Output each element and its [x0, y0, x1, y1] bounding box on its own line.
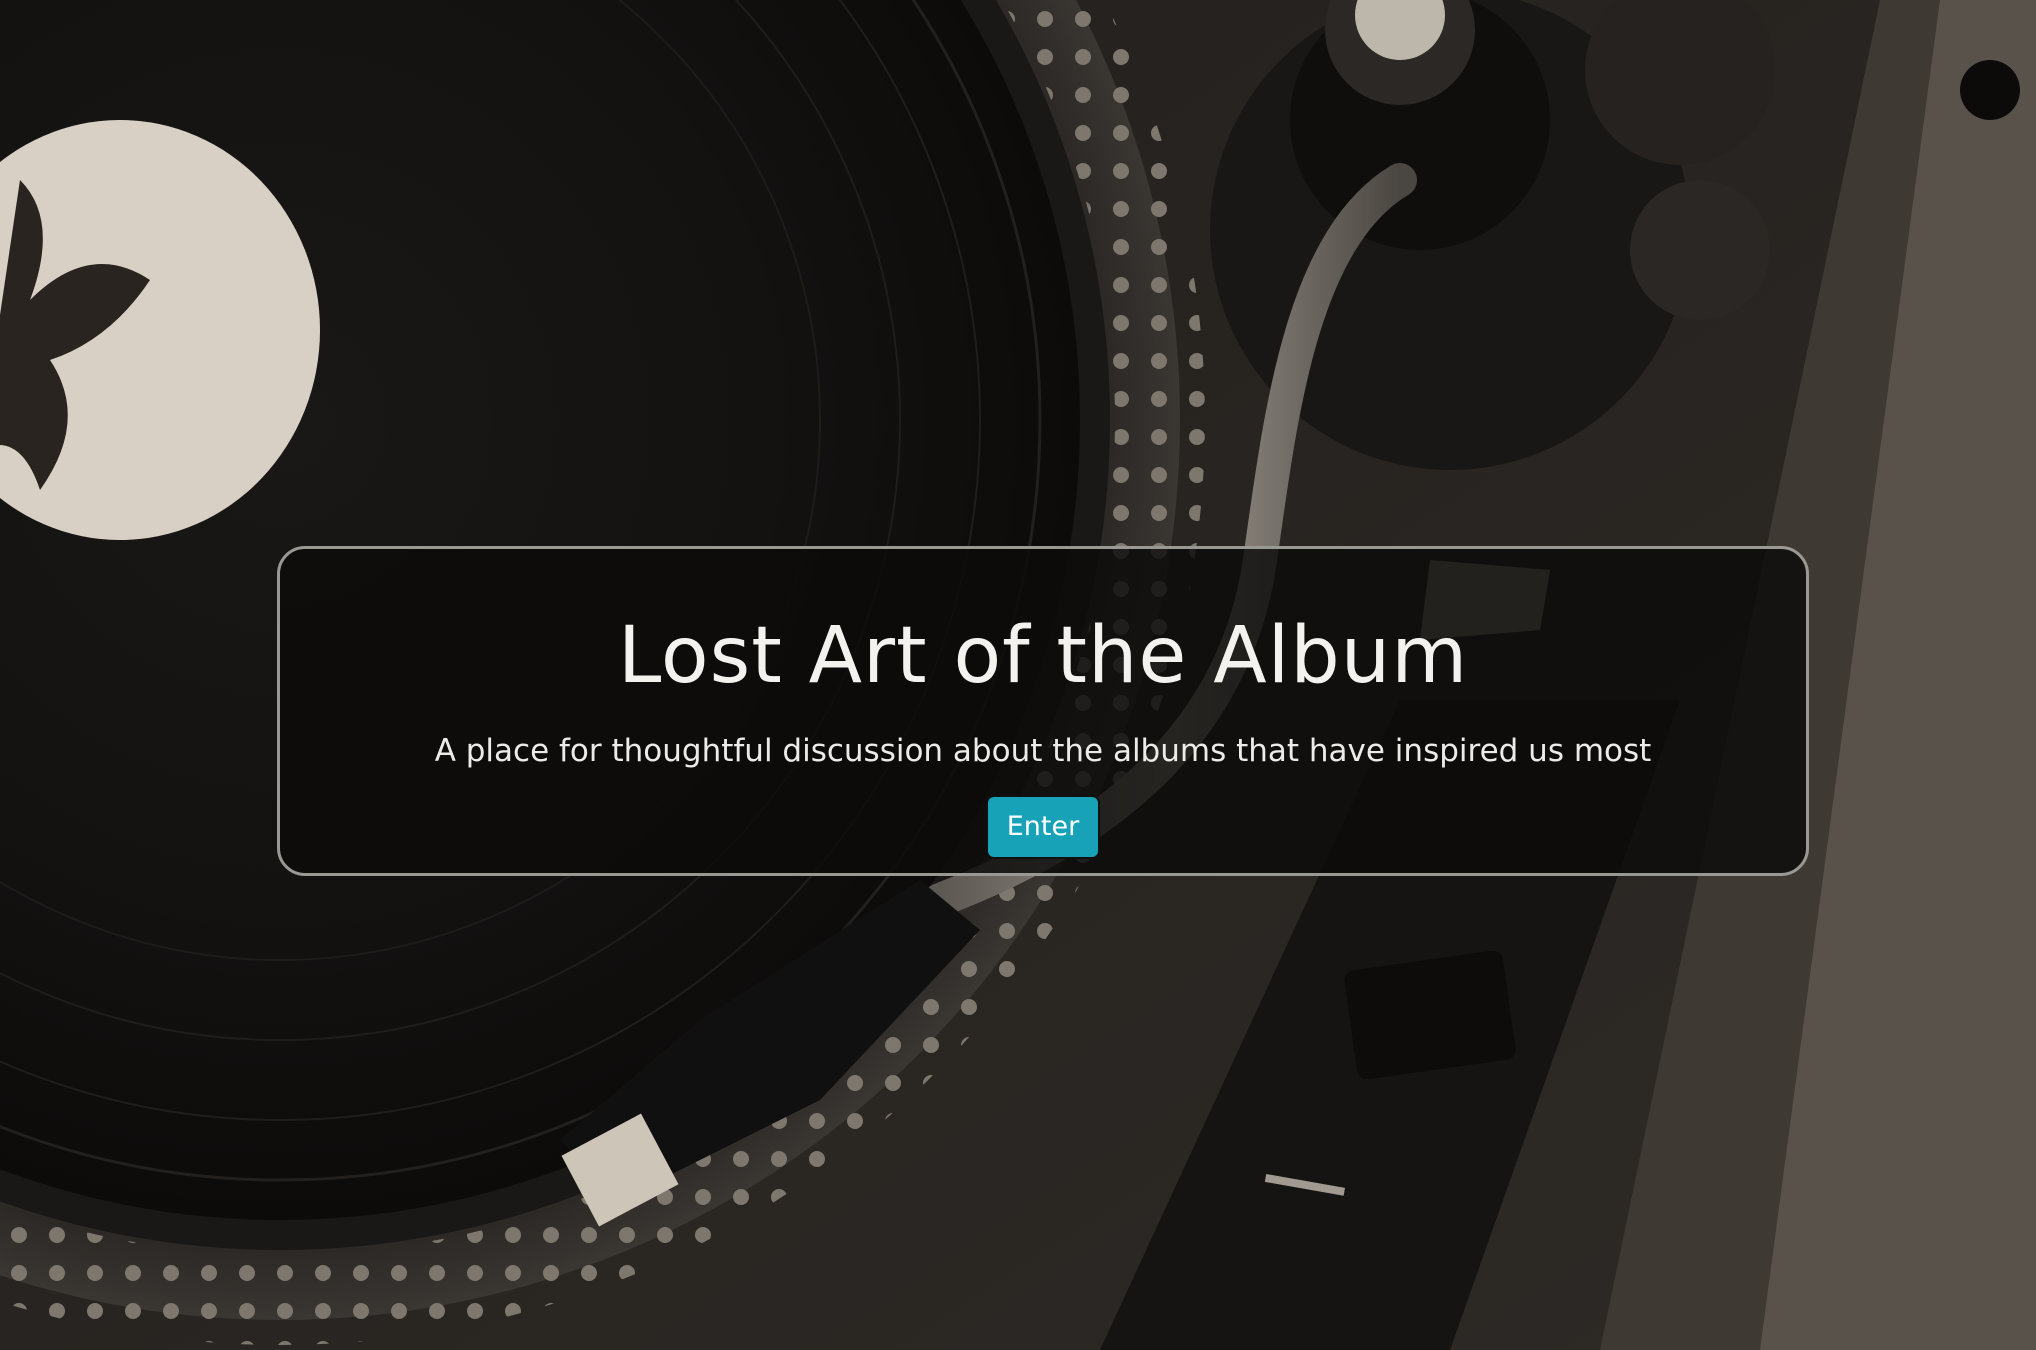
page-title: Lost Art of the Album — [617, 611, 1469, 701]
page-subtitle: A place for thoughtful discussion about … — [434, 733, 1652, 769]
hero-panel: Lost Art of the Album A place for though… — [277, 546, 1809, 876]
landing-page: Lost Art of the Album A place for though… — [0, 0, 2036, 1350]
enter-button[interactable]: Enter — [986, 795, 1100, 859]
